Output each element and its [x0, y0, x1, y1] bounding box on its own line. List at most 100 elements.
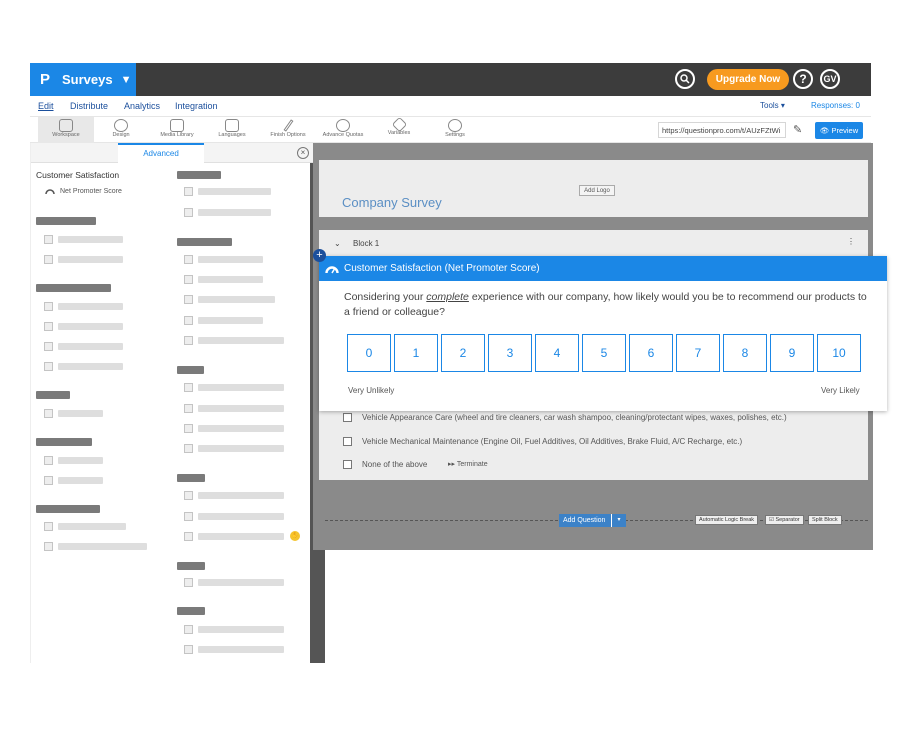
skeleton-line	[198, 384, 284, 391]
survey-title[interactable]: Company Survey	[342, 195, 442, 210]
library-item-nps[interactable]: Net Promoter Score	[45, 188, 122, 195]
more-options-icon[interactable]: ⋮	[847, 237, 855, 246]
skeleton-line	[198, 256, 263, 263]
option-checkbox[interactable]	[343, 413, 352, 422]
top-bar: P Surveys ▼ Upgrade Now ? GV	[30, 63, 871, 96]
scale-option-7[interactable]: 7	[676, 334, 720, 372]
check-icon: ☑	[769, 517, 774, 523]
upgrade-button[interactable]: Upgrade Now	[707, 69, 789, 90]
tool-design[interactable]: Design	[93, 117, 149, 143]
nav-edit[interactable]: Edit	[38, 101, 54, 111]
tool-advance-quotas[interactable]: Advance Quotas	[315, 117, 371, 143]
tab-advanced[interactable]: Advanced	[118, 143, 204, 163]
nav-analytics[interactable]: Analytics	[124, 101, 160, 111]
skeleton-icon	[184, 532, 193, 541]
skeleton-line	[58, 410, 103, 417]
tools-label: Tools	[760, 101, 779, 110]
search-icon	[680, 74, 690, 84]
tools-menu[interactable]: Tools ▾	[760, 101, 785, 110]
separator-button[interactable]: ☑ Separator	[765, 515, 804, 525]
survey-url[interactable]: https://questionpro.com/t/AUzFZtWi	[658, 122, 786, 138]
translate-icon	[225, 119, 239, 132]
skeleton-icon	[44, 302, 53, 311]
skeleton-icon	[184, 645, 193, 654]
tool-variables[interactable]: Variables	[371, 116, 427, 143]
split-block-button[interactable]: Split Block	[808, 515, 842, 525]
skeleton-line	[58, 323, 123, 330]
badge-icon: ✋	[290, 531, 300, 541]
scale-option-1[interactable]: 1	[394, 334, 438, 372]
nps-question-card[interactable]: Customer Satisfaction (Net Promoter Scor…	[319, 256, 887, 411]
scale-option-8[interactable]: 8	[723, 334, 767, 372]
scale-option-10[interactable]: 10	[817, 334, 861, 372]
skeleton-heading	[36, 217, 96, 225]
scale-option-6[interactable]: 6	[629, 334, 673, 372]
tool-settings[interactable]: Settings	[427, 117, 483, 143]
avatar[interactable]: GV	[820, 69, 840, 89]
skeleton-line	[198, 317, 263, 324]
scale-option-0[interactable]: 0	[347, 334, 391, 372]
preview-button[interactable]: 👁 Preview	[815, 122, 863, 139]
scale-option-5[interactable]: 5	[582, 334, 626, 372]
nps-card-header: Customer Satisfaction (Net Promoter Scor…	[319, 256, 887, 281]
scale-option-9[interactable]: 9	[770, 334, 814, 372]
gauge-icon	[325, 265, 339, 273]
nps-question-text[interactable]: Considering your complete experience wit…	[344, 290, 869, 320]
skeleton-icon	[44, 476, 53, 485]
scale-option-3[interactable]: 3	[488, 334, 532, 372]
skeleton-icon	[184, 208, 193, 217]
skeleton-line	[198, 492, 284, 499]
skeleton-line	[198, 276, 263, 283]
skeleton-line	[58, 543, 147, 550]
skeleton-icon	[184, 255, 193, 264]
skeleton-heading	[36, 391, 70, 399]
preview-label: Preview	[831, 126, 859, 135]
skeleton-icon	[44, 522, 53, 531]
tool-finish-options[interactable]: Finish Options	[260, 117, 316, 143]
question-part: Considering your	[344, 291, 427, 303]
skeleton-icon	[184, 424, 193, 433]
responses-count[interactable]: Responses: 0	[811, 101, 860, 110]
option-checkbox[interactable]	[343, 460, 352, 469]
add-logo-button[interactable]: Add Logo	[579, 185, 615, 196]
tool-languages[interactable]: Languages	[204, 117, 260, 143]
skeleton-line	[198, 296, 275, 303]
skeleton-icon	[44, 322, 53, 331]
nav-distribute[interactable]: Distribute	[70, 101, 108, 111]
skeleton-icon	[184, 578, 193, 587]
skeleton-icon	[184, 444, 193, 453]
collapse-icon[interactable]: ⌄	[334, 239, 341, 248]
option-checkbox[interactable]	[343, 437, 352, 446]
editor-toolbar: Workspace Design Media Library Languages…	[30, 116, 871, 143]
tool-media-library[interactable]: Media Library	[149, 117, 205, 143]
skeleton-line	[58, 457, 103, 464]
skeleton-line	[198, 513, 284, 520]
skeleton-line	[58, 236, 123, 243]
main-nav: Edit Distribute Analytics Integration To…	[30, 98, 871, 116]
chevron-down-icon[interactable]: ▾	[611, 514, 626, 527]
skeleton-line	[58, 363, 123, 370]
scale-option-4[interactable]: 4	[535, 334, 579, 372]
nav-integration[interactable]: Integration	[175, 101, 218, 111]
logic-break-button[interactable]: Automatic Logic Break	[695, 515, 759, 525]
insert-plus-icon[interactable]: +	[313, 249, 326, 262]
skeleton-line	[58, 343, 123, 350]
tool-workspace[interactable]: Workspace	[38, 117, 94, 143]
close-icon[interactable]: ×	[297, 147, 309, 159]
palette-icon	[114, 119, 128, 132]
search-button[interactable]	[675, 69, 695, 89]
low-anchor-label: Very Unlikely	[348, 386, 395, 395]
skeleton-icon	[184, 404, 193, 413]
terminate-label: Terminate	[456, 461, 488, 468]
logo: P	[40, 71, 51, 88]
skeleton-icon	[44, 255, 53, 264]
skeleton-line	[58, 303, 123, 310]
pencil-icon[interactable]: ✎	[793, 123, 802, 136]
skeleton-icon	[44, 342, 53, 351]
help-button[interactable]: ?	[793, 69, 813, 89]
add-question-button[interactable]: Add Question ▾	[559, 514, 626, 527]
skeleton-line	[198, 209, 271, 216]
scale-option-2[interactable]: 2	[441, 334, 485, 372]
product-switcher[interactable]: P Surveys ▼	[30, 63, 136, 96]
nps-card-title: Customer Satisfaction (Net Promoter Scor…	[344, 263, 540, 274]
